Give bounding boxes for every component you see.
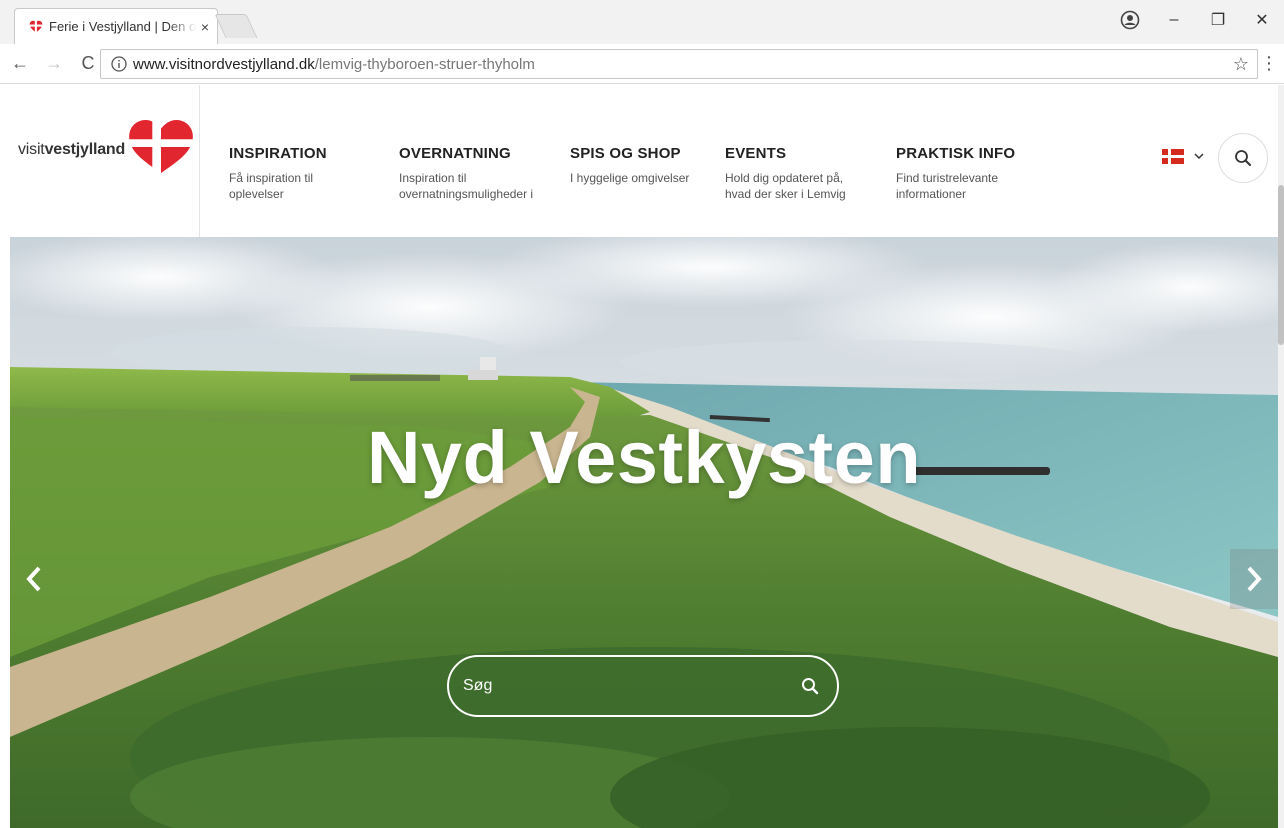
browser-tab-bar: Ferie i Vestjylland | Den o × – ❐ ✕	[0, 0, 1284, 44]
url-host: www.visitnordvestjylland.dk	[133, 55, 315, 73]
url-input[interactable]: www.visitnordvestjylland.dk/lemvig-thybo…	[100, 49, 1258, 79]
danish-flag-icon	[1162, 149, 1184, 164]
close-window-button[interactable]: ✕	[1240, 0, 1284, 40]
minimize-button[interactable]: –	[1152, 0, 1196, 40]
hero-search-input[interactable]	[463, 677, 801, 695]
address-bar: ← → C www.visitnordvestjylland.dk/lemvig…	[0, 44, 1284, 84]
nav-item-inspiration[interactable]: INSPIRATION Få inspiration til oplevelse…	[229, 145, 389, 202]
coast-landscape-image	[10, 237, 1278, 828]
maximize-button[interactable]: ❐	[1196, 0, 1240, 40]
hero-banner: Nyd Vestkysten	[10, 237, 1278, 828]
hero-search-box	[447, 655, 839, 717]
chevron-down-icon	[1194, 153, 1204, 160]
header-divider	[199, 85, 200, 237]
window-controls: – ❐ ✕	[1152, 0, 1284, 40]
search-icon[interactable]	[801, 677, 819, 695]
logo-text: visitvestjylland	[18, 141, 126, 158]
nav-title: INSPIRATION	[229, 145, 327, 162]
header-search-button[interactable]	[1218, 133, 1268, 183]
page-scrollbar[interactable]	[1278, 85, 1284, 828]
language-selector[interactable]	[1162, 149, 1204, 164]
nav-item-overnatning[interactable]: OVERNATNING Inspiration til overnatnings…	[399, 145, 559, 202]
info-icon[interactable]	[111, 56, 127, 72]
nav-desc: Hold dig opdateret på, hvad der sker i L…	[725, 171, 846, 201]
tab-title: Ferie i Vestjylland | Den o	[49, 19, 197, 34]
nav-title: EVENTS	[725, 145, 787, 162]
browser-tab-active[interactable]: Ferie i Vestjylland | Den o ×	[14, 8, 218, 44]
profile-icon[interactable]	[1120, 10, 1140, 30]
nav-title: PRAKTISK INFO	[896, 145, 1016, 162]
chevron-left-icon	[26, 566, 41, 592]
site-header: visitvestjylland INSPIRATION Få inspirat…	[0, 85, 1284, 237]
scrollbar-thumb[interactable]	[1278, 185, 1284, 345]
nav-title: OVERNATNING	[399, 145, 511, 162]
forward-button[interactable]: →	[40, 50, 68, 78]
heart-favicon-icon	[29, 20, 43, 33]
hero-title: Nyd Vestkysten	[366, 416, 922, 499]
browser-menu-icon[interactable]: ⋮	[1260, 54, 1278, 72]
danish-heart-logo-icon	[127, 119, 195, 175]
nav-desc: Find turistrelevante informationer	[896, 171, 999, 201]
nav-desc: Få inspiration til oplevelser	[229, 171, 314, 201]
nav-item-praktisk-info[interactable]: PRAKTISK INFO Find turistrelevante infor…	[896, 145, 1056, 202]
back-button[interactable]: ←	[6, 50, 34, 78]
tab-close-icon[interactable]: ×	[201, 19, 209, 35]
bookmark-star-icon[interactable]: ☆	[1233, 54, 1249, 75]
nav-desc: Inspiration til overnatningsmuligheder i	[399, 171, 534, 201]
nav-item-spis-og-shop[interactable]: SPIS OG SHOP I hyggelige omgivelser	[570, 145, 730, 186]
search-icon	[1235, 150, 1251, 166]
site-logo[interactable]: visitvestjylland	[18, 119, 195, 175]
nav-title: SPIS OG SHOP	[570, 145, 681, 162]
chevron-right-icon	[1247, 566, 1262, 592]
carousel-next-button[interactable]	[1230, 549, 1278, 609]
nav-desc: I hyggelige omgivelser	[570, 171, 690, 185]
new-tab-button[interactable]	[214, 14, 258, 38]
carousel-prev-button[interactable]	[10, 549, 58, 609]
reload-button[interactable]: C	[74, 50, 102, 78]
url-path: /lemvig-thyboroen-struer-thyholm	[314, 55, 535, 73]
nav-item-events[interactable]: EVENTS Hold dig opdateret på, hvad der s…	[725, 145, 885, 202]
